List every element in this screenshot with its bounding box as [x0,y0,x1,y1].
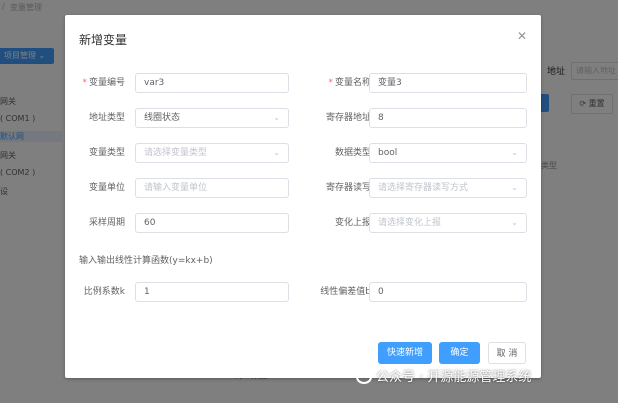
var-code-input[interactable]: var3 [135,73,289,93]
chevron-down-icon: ⌄ [511,148,518,157]
var-type-label: 变量类型 [88,148,125,158]
register-address-input[interactable]: 8 [369,108,527,128]
form-row: 比例系数k 1 线性偏差值b 0 [65,281,541,303]
dialog-title: 新增变量 [79,33,128,47]
var-code-label: * 变量编号 [65,72,125,94]
var-name-input[interactable]: 变量3 [369,73,527,93]
required-mark: * [82,78,87,88]
change-report-label: 变化上报 [334,218,371,228]
data-type-label: 数据类型 [334,148,371,158]
formula-label: 输入输出线性计算函数(y=kx+b) [79,256,213,266]
offset-b-input[interactable]: 0 [369,282,527,302]
change-report-select[interactable]: 请选择变化上报 ⌄ [369,213,527,233]
sample-period-label: 采样周期 [88,218,125,228]
register-rw-select[interactable]: 请选择寄存器读写方式 ⌄ [369,178,527,198]
chevron-down-icon: ⌄ [511,183,518,192]
chevron-down-icon: ⌄ [273,113,280,122]
var-type-placeholder: 请选择变量类型 [144,148,208,158]
ok-button[interactable]: 确定 [439,342,480,364]
form-row: 变量单位 请输入变量单位 寄存器读写 请选择寄存器读写方式 ⌄ [65,177,541,199]
data-type-select[interactable]: bool ⌄ [369,143,527,163]
sample-period-input[interactable]: 60 [135,213,289,233]
scale-k-label: 比例系数k [83,287,125,297]
register-rw-placeholder: 请选择寄存器读写方式 [378,183,469,193]
required-mark: * [328,78,333,88]
register-rw-label: 寄存器读写 [325,183,371,193]
var-name-label: * 变量名称 [311,72,371,94]
address-type-select[interactable]: 线圈状态 ⌄ [135,108,289,128]
watermark-text: 公众号 · 开源能源管理系统 [376,370,532,385]
register-address-label: 寄存器地址 [325,113,371,123]
offset-b-label: 线性偏差值b [320,287,371,297]
var-unit-label: 变量单位 [88,183,125,193]
form-row: 采样周期 60 变化上报 请选择变化上报 ⌄ [65,212,541,234]
var-unit-input[interactable]: 请输入变量单位 [135,178,289,198]
var-name-label-text: 变量名称 [334,78,371,88]
form-row: * 变量编号 var3 * 变量名称 变量3 [65,72,541,94]
wechat-icon [356,370,372,384]
watermark: 公众号 · 开源能源管理系统 [356,366,531,385]
address-type-value: 线圈状态 [144,113,181,123]
change-report-placeholder: 请选择变化上报 [378,218,442,228]
chevron-down-icon: ⌄ [511,218,518,227]
chevron-down-icon: ⌄ [273,148,280,157]
close-icon[interactable]: ✕ [517,29,527,43]
cancel-button[interactable]: 取 消 [488,342,526,364]
data-type-value: bool [378,148,398,158]
add-variable-dialog: 新增变量 ✕ * 变量编号 var3 * 变量名称 变量3 地址类型 线圈状态 ⌄ 寄… [65,15,541,378]
var-code-label-text: 变量编号 [88,78,125,88]
address-type-label: 地址类型 [88,113,125,123]
form-row: 变量类型 请选择变量类型 ⌄ 数据类型 bool ⌄ [65,142,541,164]
scale-k-input[interactable]: 1 [135,282,289,302]
form-row: 地址类型 线圈状态 ⌄ 寄存器地址 8 [65,107,541,129]
var-type-select[interactable]: 请选择变量类型 ⌄ [135,143,289,163]
quick-add-button[interactable]: 快速新增 [378,342,432,364]
